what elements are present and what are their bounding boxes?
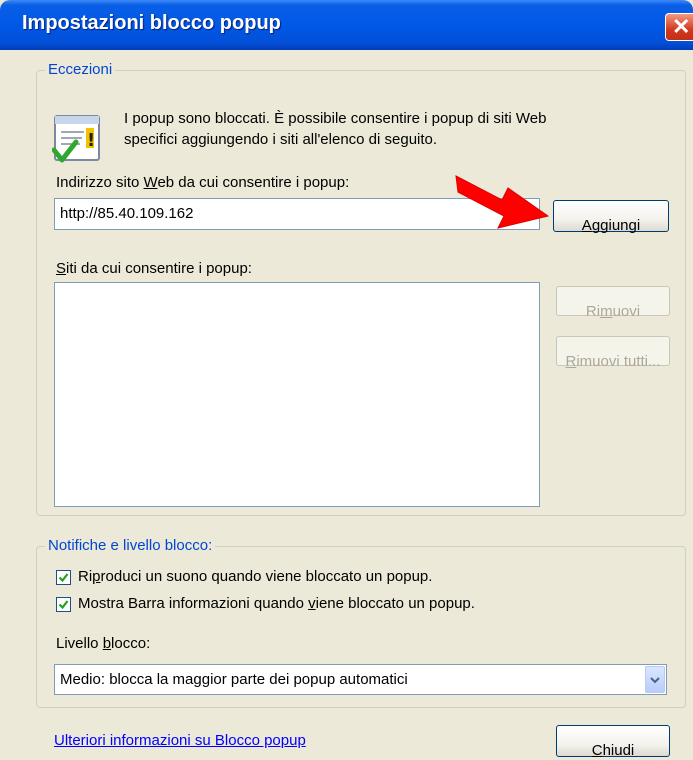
allowed-sites-label: Siti da cui consentire i popup: <box>56 260 252 277</box>
allowed-sites-label-post: iti da cui consentire i popup: <box>66 260 252 277</box>
popup-blocker-settings-dialog: Impostazioni blocco popup ✕ Eccezioni ! … <box>0 0 693 760</box>
block-level-label-post: locco: <box>111 635 151 652</box>
address-label-post: eb da cui consentire i popup: <box>157 174 350 191</box>
svg-text:!: ! <box>87 130 95 151</box>
info-text-line2: specifici aggiungendo i siti all'elenco … <box>124 131 438 148</box>
close-button-post: hiudi <box>602 742 635 759</box>
infobar-checkbox[interactable] <box>56 597 71 612</box>
notifications-legend: Notifiche e livello blocco: <box>45 537 216 554</box>
block-level-label: Livello blocco: <box>56 635 150 652</box>
block-level-value: Medio: blocca la maggior parte dei popup… <box>60 671 408 688</box>
close-window-button[interactable]: ✕ <box>665 13 693 41</box>
close-icon: ✕ <box>672 14 691 39</box>
checkmark-icon <box>58 600 69 610</box>
sound-checkbox[interactable] <box>56 570 71 585</box>
red-arrow-annotation <box>455 175 550 229</box>
infobar-label-post: iene bloccato un popup. <box>315 595 475 612</box>
window-title: Impostazioni blocco popup <box>22 12 281 34</box>
add-button-key: A <box>581 217 592 234</box>
address-label: Indirizzo sito Web da cui consentire i p… <box>56 174 349 191</box>
dropdown-button[interactable] <box>645 666 665 693</box>
remove-all-button-key: R <box>565 353 577 370</box>
info-text-line1: I popup sono bloccati. È possibile conse… <box>124 110 547 127</box>
exceptions-legend: Eccezioni <box>45 61 116 78</box>
remove-button-pre: Ri <box>585 303 601 320</box>
infobar-label-key: v <box>308 595 316 612</box>
sound-label-post: roduci un suono quando viene bloccato un… <box>100 568 433 585</box>
remove-button-post: uovi <box>612 303 641 320</box>
infobar-label-pre: Mostra Barra informazioni quando <box>78 595 309 612</box>
add-button[interactable]: Aggiungi <box>553 200 669 234</box>
checkmark-icon <box>58 573 69 583</box>
address-input-value: http://85.40.109.162 <box>60 205 194 222</box>
infobar-checkbox-label[interactable]: Mostra Barra informazioni quando viene b… <box>78 595 475 612</box>
popup-info-icon: ! <box>52 115 100 163</box>
block-level-label-pre: Livello <box>56 635 103 652</box>
remove-all-button[interactable]: Rimuovi tutti... <box>556 336 670 370</box>
more-info-link[interactable]: Ulteriori informazioni su Blocco popup <box>54 732 306 749</box>
remove-button-key: m <box>600 303 613 320</box>
allowed-sites-list[interactable] <box>54 282 540 507</box>
address-label-key: W <box>143 174 158 191</box>
remove-button[interactable]: Rimuovi <box>556 286 670 320</box>
allowed-sites-label-key: S <box>56 260 67 277</box>
block-level-label-key: b <box>102 635 112 652</box>
title-bar[interactable]: Impostazioni blocco popup ✕ <box>0 0 693 50</box>
block-level-select[interactable]: Medio: blocca la maggior parte dei popup… <box>54 664 667 695</box>
sound-label-key: p <box>92 568 101 585</box>
sound-label-pre: Ri <box>78 568 93 585</box>
sound-checkbox-label[interactable]: Riproduci un suono quando viene bloccato… <box>78 568 432 585</box>
add-button-post: ggiungi <box>591 217 641 234</box>
remove-all-button-post: imuovi tutti... <box>576 353 661 370</box>
close-button[interactable]: Chiudi <box>556 725 670 759</box>
chevron-down-icon <box>650 677 660 684</box>
close-button-key: C <box>591 742 603 759</box>
address-label-pre: Indirizzo sito <box>56 174 144 191</box>
